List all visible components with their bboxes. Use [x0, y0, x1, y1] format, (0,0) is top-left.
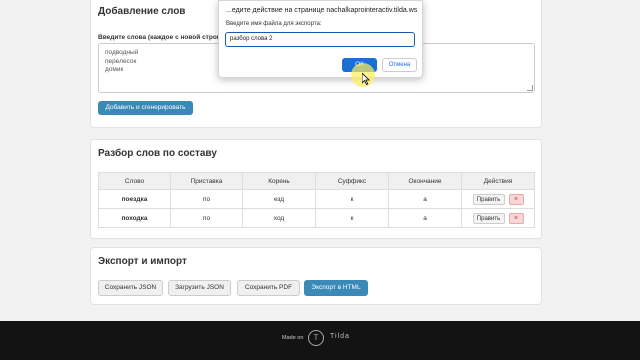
- generate-button[interactable]: Добавить и сгенерировать: [98, 101, 193, 115]
- col-suffix: Суффикс: [315, 172, 389, 190]
- parse-card: Разбор слов по составу Слово Приставка К…: [90, 139, 542, 239]
- cell-actions: Править ×: [461, 208, 535, 228]
- prompt-dialog: ...едите действие на странице nachalkapr…: [218, 0, 423, 78]
- col-word: Слово: [98, 172, 171, 190]
- export-html-button[interactable]: Экспорт в HTML: [304, 280, 368, 296]
- cell-root: ход: [242, 208, 316, 228]
- filename-input[interactable]: разбор слова 2: [225, 32, 415, 47]
- footer: Made on T Tilda: [0, 321, 640, 360]
- cell-word: походка: [98, 208, 171, 228]
- table-header-row: Слово Приставка Корень Суффикс Окончание…: [98, 172, 535, 190]
- cell-ending: а: [388, 189, 462, 209]
- delete-button[interactable]: ×: [508, 212, 524, 224]
- table-row: поездка по езд к а Править ×: [98, 189, 535, 209]
- parse-table: Слово Приставка Корень Суффикс Окончание…: [98, 172, 535, 228]
- cell-root: езд: [242, 189, 316, 209]
- col-actions: Действия: [461, 172, 535, 190]
- col-ending: Окончание: [388, 172, 462, 190]
- edit-button[interactable]: Править: [472, 212, 505, 224]
- cell-suffix: к: [315, 208, 389, 228]
- export-title: Экспорт и импорт: [98, 256, 187, 267]
- save-pdf-button[interactable]: Сохранить PDF: [237, 280, 300, 296]
- tilda-logo-icon[interactable]: T: [308, 330, 324, 346]
- col-prefix: Приставка: [170, 172, 243, 190]
- resize-handle[interactable]: [527, 85, 533, 91]
- save-json-button[interactable]: Сохранить JSON: [98, 280, 163, 296]
- export-card: Экспорт и импорт Сохранить JSON Загрузит…: [90, 247, 542, 305]
- table-row: походка по ход к а Править ×: [98, 208, 535, 228]
- cancel-button[interactable]: Отмена: [382, 58, 417, 72]
- tilda-brand[interactable]: Tilda: [330, 333, 350, 340]
- parse-title: Разбор слов по составу: [98, 148, 217, 159]
- edit-button[interactable]: Править: [472, 193, 505, 205]
- cell-actions: Править ×: [461, 189, 535, 209]
- words-label: Введите слова (каждое с новой строки):: [98, 34, 229, 41]
- made-on-label: Made on: [282, 335, 304, 341]
- cell-ending: а: [388, 208, 462, 228]
- cell-prefix: по: [170, 208, 243, 228]
- cell-prefix: по: [170, 189, 243, 209]
- col-root: Корень: [242, 172, 316, 190]
- mouse-cursor-icon: [362, 73, 370, 85]
- cell-word: поездка: [98, 189, 171, 209]
- add-words-title: Добавление слов: [98, 6, 186, 17]
- dialog-title: ...едите действие на странице nachalkapr…: [226, 7, 418, 14]
- load-json-button[interactable]: Загрузить JSON: [168, 280, 231, 296]
- words-text: подводный перелесок домик: [105, 49, 139, 73]
- cell-suffix: к: [315, 189, 389, 209]
- delete-button[interactable]: ×: [508, 193, 524, 205]
- dialog-prompt: Введите имя файла для экспорта:: [226, 21, 322, 27]
